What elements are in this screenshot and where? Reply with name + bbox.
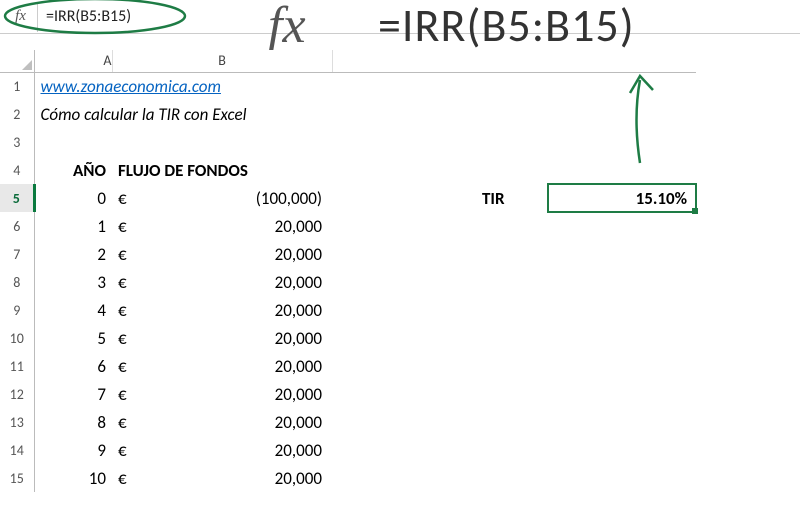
cell-year[interactable]: 8 [34,408,112,436]
fx-icon-large: fx [268,0,306,55]
row-header[interactable]: 12 [0,380,34,408]
select-all-triangle[interactable] [0,50,34,72]
cell-year[interactable]: 4 [34,296,112,324]
cell-year[interactable]: 5 [34,324,112,352]
spreadsheet-grid: A B 1 www.zonaeconomica.com 2 Cómo calcu… [0,50,800,492]
cell-currency-symbol[interactable]: € [112,268,220,296]
col-header-a[interactable]: A [34,50,112,72]
row-header[interactable]: 14 [0,436,34,464]
cell-amount[interactable]: 20,000 [220,240,332,268]
cell-currency-symbol[interactable]: € [112,324,220,352]
row-header[interactable]: 9 [0,296,34,324]
cell-amount[interactable]: 20,000 [220,324,332,352]
row-header[interactable]: 13 [0,408,34,436]
cell-link[interactable]: www.zonaeconomica.com [34,72,332,100]
cell-currency-symbol[interactable]: € [112,464,220,492]
row-header[interactable]: 11 [0,352,34,380]
col-header-b[interactable]: B [112,50,332,72]
cell-empty[interactable] [34,128,696,156]
cell-year[interactable]: 7 [34,380,112,408]
row-header[interactable]: 15 [0,464,34,492]
cell-year[interactable]: 1 [34,212,112,240]
row-header[interactable]: 3 [0,128,34,156]
cell-year[interactable]: 3 [34,268,112,296]
row-header[interactable]: 4 [0,156,34,184]
cell-amount[interactable]: (100,000) [220,184,332,212]
cell-currency-symbol[interactable]: € [112,240,220,268]
cell-flow-header[interactable]: FLUJO DE FONDOS [112,156,332,184]
cell-currency-symbol[interactable]: € [112,408,220,436]
row-header[interactable]: 2 [0,100,34,128]
cell-year[interactable]: 6 [34,352,112,380]
cell-subtitle[interactable]: Cómo calcular la TIR con Excel [34,100,404,128]
cell-amount[interactable]: 20,000 [220,268,332,296]
cell-amount[interactable]: 20,000 [220,464,332,492]
cell-year[interactable]: 9 [34,436,112,464]
row-header[interactable]: 10 [0,324,34,352]
cell-currency-symbol[interactable]: € [112,380,220,408]
cell-amount[interactable]: 20,000 [220,296,332,324]
row-header[interactable]: 5 [0,184,34,212]
formula-callout: =IRR(B5:B15) [378,0,635,54]
cell-currency-symbol[interactable]: € [112,436,220,464]
cell-amount[interactable]: 20,000 [220,352,332,380]
cell-tir-label[interactable]: TIR [476,184,548,212]
fx-icon: fx [15,8,26,25]
cell-year[interactable]: 2 [34,240,112,268]
formula-input[interactable]: =IRR(B5:B15) [38,4,178,29]
cell-currency-symbol[interactable]: € [112,352,220,380]
row-header[interactable]: 6 [0,212,34,240]
row-header[interactable]: 7 [0,240,34,268]
fx-button[interactable]: fx [4,2,38,32]
cell-year[interactable]: 0 [34,184,112,212]
row-header[interactable]: 8 [0,268,34,296]
row-header[interactable]: 1 [0,72,34,100]
cell-amount[interactable]: 20,000 [220,212,332,240]
cell-year-header[interactable]: AÑO [34,156,112,184]
cell-amount[interactable]: 20,000 [220,380,332,408]
cell-year[interactable]: 10 [34,464,112,492]
cell-currency-symbol[interactable]: € [112,212,220,240]
cell-amount[interactable]: 20,000 [220,436,332,464]
column-header-row: A B [0,50,696,72]
cell-tir-value[interactable]: 15.10% [548,184,696,212]
cell-currency-symbol[interactable]: € [112,296,220,324]
cell-amount[interactable]: 20,000 [220,408,332,436]
cell-currency-symbol[interactable]: € [112,184,220,212]
